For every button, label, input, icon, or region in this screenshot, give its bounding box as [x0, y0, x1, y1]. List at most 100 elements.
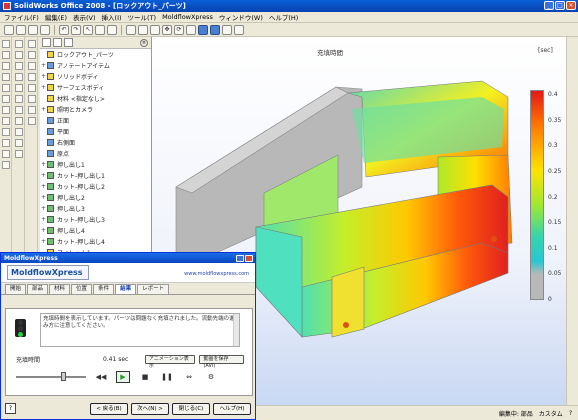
tab-results[interactable]: 結果: [115, 284, 137, 294]
menu-help[interactable]: ヘルプ(H): [269, 12, 298, 22]
curve-icon[interactable]: [28, 73, 36, 81]
sweep-icon[interactable]: [15, 62, 23, 70]
options-icon[interactable]: [107, 24, 117, 35]
expand-icon[interactable]: +: [40, 84, 47, 91]
tree-item[interactable]: + 押し出し4: [40, 225, 151, 236]
tree-item[interactable]: + アノテートアイテム: [40, 60, 151, 71]
display-style-icon[interactable]: [198, 24, 208, 35]
menu-edit[interactable]: 編集(E): [45, 12, 67, 22]
open-icon[interactable]: [16, 24, 26, 35]
expand-icon[interactable]: +: [40, 194, 47, 201]
tree-close-icon[interactable]: ×: [140, 38, 148, 47]
feature-tree-tab-icon[interactable]: [42, 38, 51, 47]
point-icon[interactable]: [2, 106, 10, 114]
config-tab-icon[interactable]: [64, 38, 73, 47]
undo-icon[interactable]: ↶: [59, 24, 69, 35]
section-icon[interactable]: [28, 106, 36, 114]
zoom-in-icon[interactable]: [150, 24, 160, 35]
chamfer-icon[interactable]: [15, 106, 23, 114]
tab-start[interactable]: 開始: [5, 284, 27, 294]
tree-item[interactable]: 正面: [40, 115, 151, 126]
rib-icon[interactable]: [15, 128, 23, 136]
pattern-icon[interactable]: [15, 139, 23, 147]
measure-icon[interactable]: [28, 84, 36, 92]
property-tab-icon[interactable]: [53, 38, 62, 47]
wireframe-icon[interactable]: [234, 24, 244, 35]
trim-icon[interactable]: [2, 117, 10, 125]
rotate-icon[interactable]: ⟳: [174, 24, 184, 35]
rectangle-icon[interactable]: [2, 62, 10, 70]
fillet-icon[interactable]: [15, 95, 23, 103]
shaded-icon[interactable]: [210, 24, 220, 35]
select-icon[interactable]: ↖: [83, 24, 93, 35]
tree-item[interactable]: + 押し出し2: [40, 192, 151, 203]
zoom-area-icon[interactable]: [138, 24, 148, 35]
tree-item[interactable]: + 押し出し3: [40, 203, 151, 214]
maximize-button[interactable]: □: [555, 1, 565, 10]
pause-icon[interactable]: ❚❚: [160, 371, 174, 383]
expand-icon[interactable]: +: [40, 161, 47, 168]
mass-icon[interactable]: [28, 95, 36, 103]
message-scrollbar[interactable]: [233, 314, 239, 346]
dialog-close-button[interactable]: [245, 254, 253, 262]
mirror-icon[interactable]: [2, 139, 10, 147]
tree-item[interactable]: + カット-押し出し3: [40, 214, 151, 225]
tree-item[interactable]: + ソリッドボディ: [40, 71, 151, 82]
sketch-icon[interactable]: [2, 40, 10, 48]
tree-item[interactable]: + 押し出し1: [40, 159, 151, 170]
save-icon[interactable]: [28, 24, 38, 35]
dialog-minimize-button[interactable]: [236, 254, 244, 262]
close-dialog-button[interactable]: 閉じる(C): [172, 402, 210, 415]
expand-icon[interactable]: +: [40, 227, 47, 234]
expand-icon[interactable]: +: [40, 62, 47, 69]
tab-material[interactable]: 材料: [49, 284, 71, 294]
help-icon[interactable]: ?: [5, 403, 16, 414]
tree-item[interactable]: + カット-押し出し2: [40, 181, 151, 192]
tab-conditions[interactable]: 条件: [93, 284, 115, 294]
close-button[interactable]: ×: [566, 1, 576, 10]
minimize-button[interactable]: _: [544, 1, 554, 10]
coordinate-icon[interactable]: [28, 62, 36, 70]
stop-icon[interactable]: ■: [138, 371, 152, 383]
animation-slider[interactable]: [16, 372, 86, 381]
tree-item[interactable]: + カット-押し出し1: [40, 170, 151, 181]
extrude-icon[interactable]: [15, 40, 23, 48]
redo-icon[interactable]: ↷: [71, 24, 81, 35]
loft-icon[interactable]: [15, 73, 23, 81]
play-icon[interactable]: ▶: [116, 371, 130, 383]
expand-icon[interactable]: +: [40, 238, 47, 245]
tab-position[interactable]: 位置: [71, 284, 93, 294]
expand-icon[interactable]: +: [40, 216, 47, 223]
slider-knob[interactable]: [61, 372, 66, 381]
tree-item[interactable]: 平面: [40, 126, 151, 137]
save-avi-button[interactable]: 動画を保存 (AVI): [199, 354, 244, 369]
plane-icon[interactable]: [28, 40, 36, 48]
menu-moldflow[interactable]: MoldflowXpress: [162, 13, 213, 21]
dimension-icon[interactable]: [2, 150, 10, 158]
tab-part[interactable]: 部品: [27, 284, 49, 294]
revolve-icon[interactable]: [15, 51, 23, 59]
help-button[interactable]: ヘルプ(H): [213, 402, 251, 415]
view-orientation-icon[interactable]: [186, 24, 196, 35]
line-icon[interactable]: [2, 51, 10, 59]
pan-icon[interactable]: ✥: [162, 24, 172, 35]
menu-file[interactable]: ファイル(F): [4, 12, 39, 22]
hidden-lines-icon[interactable]: [222, 24, 232, 35]
menu-tools[interactable]: ツール(T): [128, 12, 157, 22]
cut-icon[interactable]: [15, 84, 23, 92]
tree-item[interactable]: 原点: [40, 148, 151, 159]
back-button[interactable]: < 戻る(B): [90, 402, 128, 415]
website-link[interactable]: www.moldflowxpress.com: [184, 271, 249, 277]
appearance-icon[interactable]: [28, 117, 36, 125]
tree-item[interactable]: 材料 <指定なし>: [40, 93, 151, 104]
settings-icon[interactable]: ⚙: [204, 371, 218, 383]
zoom-fit-icon[interactable]: [126, 24, 136, 35]
loop-icon[interactable]: ⇔: [182, 371, 196, 383]
tree-item[interactable]: + サーフェスボディ: [40, 82, 151, 93]
hole-icon[interactable]: [15, 150, 23, 158]
new-icon[interactable]: [4, 24, 14, 35]
rebuild-icon[interactable]: [95, 24, 105, 35]
expand-icon[interactable]: +: [40, 183, 47, 190]
offset-icon[interactable]: [2, 128, 10, 136]
menu-view[interactable]: 表示(V): [73, 12, 96, 22]
